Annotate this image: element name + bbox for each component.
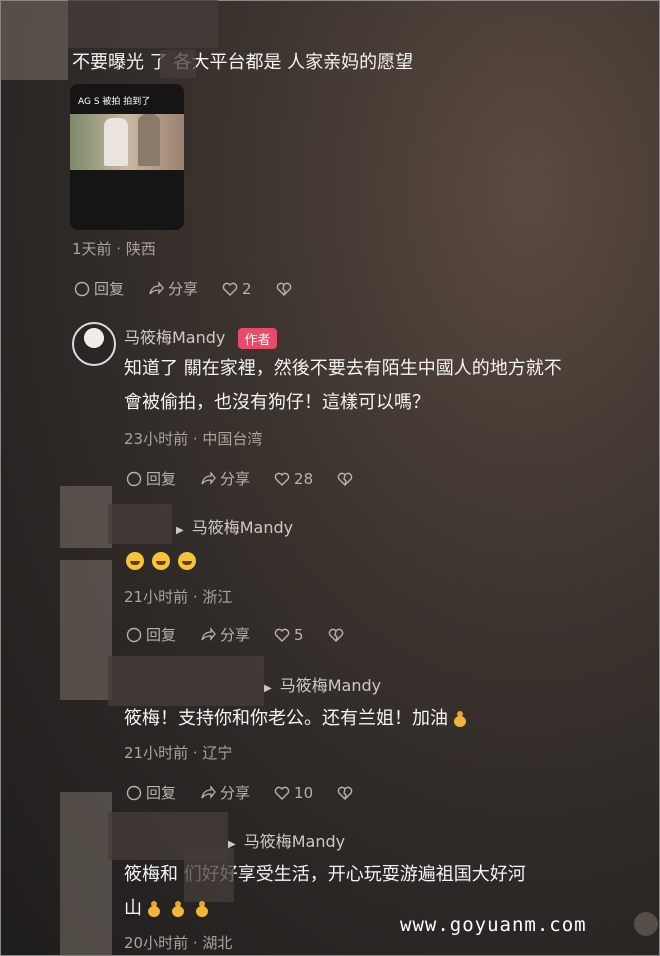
laughing-emoji-icon xyxy=(126,551,144,570)
heart-icon xyxy=(274,786,290,800)
reply-target-name[interactable]: 马筱梅Mandy xyxy=(192,518,293,537)
share-label: 分享 xyxy=(220,626,251,644)
reply-button[interactable]: 回复 xyxy=(126,468,176,489)
blurred-avatar xyxy=(60,486,112,548)
reply-text: 筱梅！支持你和你老公。还有兰姐！加油 xyxy=(124,704,472,734)
thumbnail-caption: AG S 被拍 拍到了 xyxy=(78,97,151,107)
like-button[interactable]: 10 xyxy=(274,784,313,802)
reply-target: ▶ 马筱梅Mandy xyxy=(264,672,381,696)
reply-text-content: 山 xyxy=(124,898,142,919)
author-name[interactable]: 马筱梅Mandy xyxy=(124,328,225,347)
reply-label: 回复 xyxy=(94,280,125,298)
video-thumbnail[interactable]: AG S 被拍 拍到了 xyxy=(70,84,184,230)
blurred-region xyxy=(68,0,218,48)
dislike-button[interactable] xyxy=(337,785,357,801)
like-count: 2 xyxy=(242,279,252,298)
share-label: 分享 xyxy=(168,280,199,298)
gourd-emoji-icon xyxy=(148,901,160,917)
blurred-region xyxy=(634,912,658,936)
avatar[interactable] xyxy=(72,322,116,366)
share-icon xyxy=(201,784,216,799)
share-button[interactable]: 分享 xyxy=(200,782,250,803)
like-count: 28 xyxy=(294,469,314,488)
gourd-emoji-icon xyxy=(172,901,184,917)
broken-heart-icon xyxy=(328,628,343,642)
comment-actions: 回复 分享 2 xyxy=(74,278,320,299)
reply-label: 回复 xyxy=(146,470,177,488)
like-button[interactable]: 28 xyxy=(274,470,313,488)
watermark: www.goyuanm.com xyxy=(400,914,587,936)
heart-icon xyxy=(274,472,290,486)
like-count: 10 xyxy=(294,783,314,802)
dislike-button[interactable] xyxy=(276,281,296,297)
reply-text-content: 筱梅！支持你和你老公。还有兰姐！加油 xyxy=(124,708,448,729)
reply-icon xyxy=(126,785,142,800)
reply-actions: 回复 分享 10 xyxy=(126,782,381,803)
laughing-emoji-icon xyxy=(152,551,170,570)
comment-meta: 1天前 · 陕西 xyxy=(72,240,156,258)
dislike-button[interactable] xyxy=(337,471,357,487)
blurred-username xyxy=(108,504,172,544)
author-reply-actions: 回复 分享 28 xyxy=(126,468,381,489)
emoji-row xyxy=(126,550,204,570)
share-icon xyxy=(201,470,216,485)
blurred-region xyxy=(60,560,112,700)
reply-meta: 21小时前 · 辽宁 xyxy=(124,744,233,762)
blurred-region xyxy=(0,0,68,80)
reply-text-line2: 山 xyxy=(124,894,214,924)
like-button[interactable]: 2 xyxy=(222,280,252,298)
reply-icon xyxy=(126,471,142,486)
reply-label: 回复 xyxy=(146,784,177,802)
share-button[interactable]: 分享 xyxy=(148,278,198,299)
reply-label: 回复 xyxy=(146,626,177,644)
blurred-username xyxy=(108,656,264,706)
heart-icon xyxy=(274,628,290,642)
reply-button[interactable]: 回复 xyxy=(126,624,176,645)
author-reply-meta: 23小时前 · 中国台湾 xyxy=(124,430,263,448)
gourd-emoji-icon xyxy=(454,711,466,727)
reply-meta: 21小时前 · 浙江 xyxy=(124,588,233,606)
dislike-button[interactable] xyxy=(328,627,348,643)
author-reply-line2: 會被偷拍，也沒有狗仔！這樣可以嗎？ xyxy=(124,392,430,413)
reply-icon xyxy=(74,281,90,296)
thumbnail-figure xyxy=(138,114,160,166)
author-badge: 作者 xyxy=(238,328,277,349)
like-button[interactable]: 5 xyxy=(274,626,304,644)
blurred-avatar xyxy=(60,792,112,956)
share-button[interactable]: 分享 xyxy=(200,624,250,645)
share-icon xyxy=(149,280,164,295)
reply-target: ▶ 马筱梅Mandy xyxy=(176,514,293,538)
reply-target: ▶ 马筱梅Mandy xyxy=(228,828,345,852)
heart-icon xyxy=(222,282,238,296)
reply-actions: 回复 分享 5 xyxy=(126,624,372,645)
reply-arrow-icon: ▶ xyxy=(176,525,184,536)
reply-meta: 20小时前 · 湖北 xyxy=(124,934,233,952)
reply-arrow-icon: ▶ xyxy=(264,683,272,694)
share-button[interactable]: 分享 xyxy=(200,468,250,489)
author-header: 马筱梅Mandy 作者 xyxy=(124,324,277,349)
comment-text: 不要曝光 了 各大平台都是 人家亲妈的愿望 xyxy=(72,52,414,73)
reply-target-name[interactable]: 马筱梅Mandy xyxy=(244,832,345,851)
reply-target-name[interactable]: 马筱梅Mandy xyxy=(280,676,381,695)
reply-icon xyxy=(126,627,142,642)
share-icon xyxy=(201,626,216,641)
author-reply-line1: 知道了 關在家裡，然後不要去有陌生中國人的地方就不 xyxy=(124,358,562,379)
blurred-region xyxy=(160,50,196,78)
thumbnail-figure xyxy=(104,118,128,166)
broken-heart-icon xyxy=(337,786,353,800)
share-label: 分享 xyxy=(220,470,251,488)
gourd-emoji-icon xyxy=(196,901,208,917)
share-label: 分享 xyxy=(220,784,251,802)
broken-heart-icon xyxy=(276,282,291,296)
reply-button[interactable]: 回复 xyxy=(74,278,124,299)
laughing-emoji-icon xyxy=(178,551,196,570)
like-count: 5 xyxy=(294,625,304,644)
broken-heart-icon xyxy=(337,472,353,486)
reply-button[interactable]: 回复 xyxy=(126,782,176,803)
